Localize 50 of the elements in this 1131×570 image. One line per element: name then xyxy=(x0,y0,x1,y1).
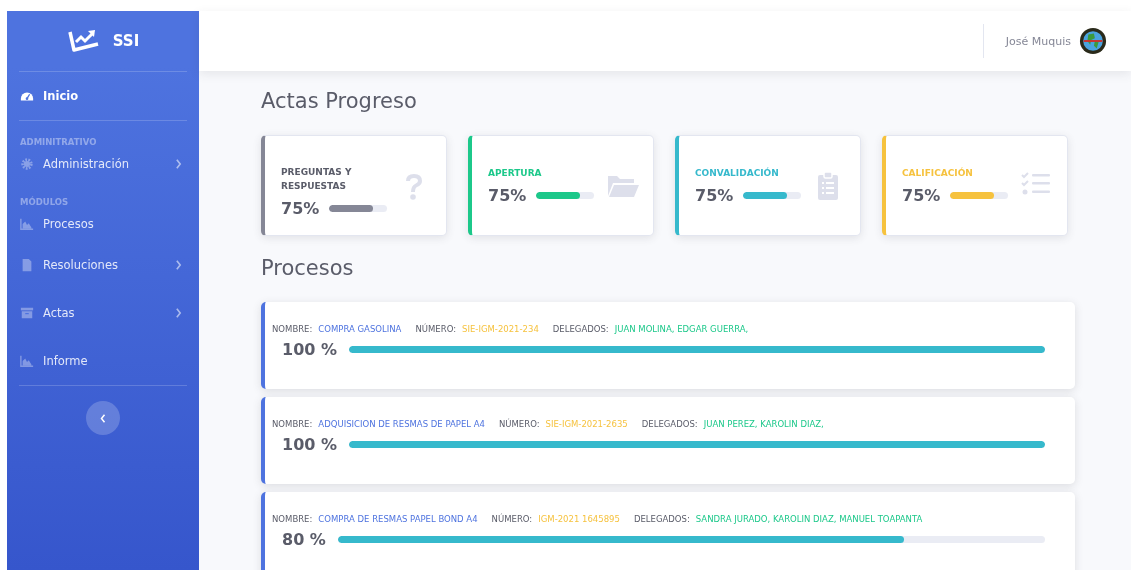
globe-emblem-icon xyxy=(1079,27,1107,55)
delegates-value: JUAN MOLINA, EDGAR GUERRA, xyxy=(614,324,749,334)
number-value: IGM-2021 1645895 xyxy=(538,514,620,524)
field-label: NÚMERO: xyxy=(498,419,540,429)
field-label: NOMBRE: xyxy=(272,324,313,334)
field-label: DELEGADOS: xyxy=(552,324,609,334)
archive-icon xyxy=(20,306,34,320)
sidebar-toggle-button[interactable] xyxy=(86,401,120,435)
section-title: Actas Progreso xyxy=(261,89,418,113)
nav-item[interactable]: Informe xyxy=(19,337,187,385)
percent-value: 80 % xyxy=(282,530,326,549)
field-label: NOMBRE: xyxy=(272,419,313,429)
delegates-value: JUAN PEREZ, KAROLIN DIAZ, xyxy=(703,419,824,429)
chevron-left-icon xyxy=(100,413,106,423)
card-label: CONVALIDACIÓN xyxy=(695,166,780,180)
section-heading: MÓDULOS xyxy=(19,195,70,207)
card-value: 75% xyxy=(281,199,320,218)
nav-item[interactable]: Inicio xyxy=(19,72,187,120)
percent-value: 100 % xyxy=(282,435,337,454)
card-value: 75% xyxy=(695,186,734,205)
percent-value: 100 % xyxy=(282,340,337,359)
nav-item[interactable]: Procesos xyxy=(19,207,187,241)
number-value: SIE-IGM-2021-234 xyxy=(462,324,539,334)
field-label: DELEGADOS: xyxy=(641,419,698,429)
card-label: APERTURA xyxy=(488,167,543,180)
brand-name: SSI xyxy=(112,32,140,50)
field-label: NÚMERO: xyxy=(491,514,533,524)
card-value: 75% xyxy=(902,186,941,205)
number-value: SIE-IGM-2021-2635 xyxy=(545,419,628,429)
card-label: PREGUNTAS Y RESPUESTAS xyxy=(281,166,353,193)
area-chart-icon xyxy=(20,354,34,368)
field-label: NOMBRE: xyxy=(272,514,313,524)
card-label: CALIFICACIÓN xyxy=(902,166,974,180)
chart-trend-icon xyxy=(66,28,101,54)
user-name[interactable]: José Muquis xyxy=(1005,34,1071,48)
name-value: COMPRA GASOLINA xyxy=(318,324,402,334)
nav-item[interactable]: Resoluciones xyxy=(19,241,187,289)
file-icon xyxy=(20,258,34,272)
nav-item[interactable]: Administración xyxy=(19,147,187,181)
section-title: Procesos xyxy=(261,256,355,280)
field-label: NÚMERO: xyxy=(415,324,457,334)
name-value: ADQUISICION DE RESMAS DE PAPEL A4 xyxy=(318,419,485,429)
area-chart-icon xyxy=(20,217,34,231)
section-heading: ADMINITRATIVO xyxy=(19,136,98,147)
field-label: DELEGADOS: xyxy=(633,514,690,524)
name-value: COMPRA DE RESMAS PAPEL BOND A4 xyxy=(318,514,478,524)
nav-item[interactable]: Actas xyxy=(19,289,187,337)
delegates-value: SANDRA JURADO, KAROLIN DIAZ, MANUEL TOAPANTA xyxy=(695,514,923,524)
card-value: 75% xyxy=(488,186,527,205)
gear-icon xyxy=(20,157,34,171)
